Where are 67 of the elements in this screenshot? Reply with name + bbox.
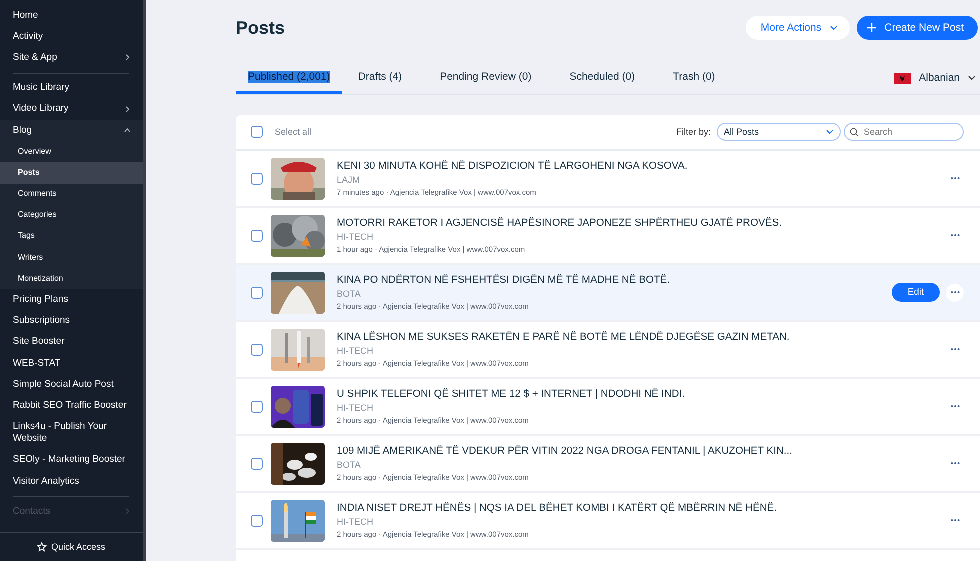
sidebar-item[interactable]: Rabbit SEO Traffic Booster — [0, 395, 143, 417]
post-title[interactable]: 109 MIJË AMERIKANË TË VDEKUR PËR VITIN 2022 NGA DROGA FENTANIL | AKUZOHET KIN... — [337, 446, 946, 456]
edit-button[interactable]: Edit — [892, 283, 940, 302]
more-icon[interactable] — [946, 284, 964, 302]
plus-icon — [866, 23, 877, 33]
tab[interactable]: Trash (0) — [661, 62, 728, 94]
select-all-label[interactable]: Select all — [275, 127, 676, 137]
language-selector[interactable]: Albanian — [919, 72, 960, 84]
post-category: HI-TECH — [337, 232, 374, 242]
sidebar-item[interactable]: Video Library — [0, 98, 143, 120]
tab[interactable]: Drafts (4) — [346, 62, 414, 94]
post-title[interactable]: MOTORRI RAKETOR I AGJENCISË HAPËSINORE JAPONEZE SHPËRTHEU GJATË PROVËS. — [337, 218, 946, 228]
post-category: HI-TECH — [337, 402, 374, 412]
post-category: LAJM — [337, 174, 362, 184]
chevron-icon — [826, 129, 834, 135]
sidebar-item[interactable]: Site & App — [0, 47, 143, 69]
page-title: Posts — [236, 18, 286, 38]
checkbox[interactable] — [251, 230, 263, 242]
sidebar-item[interactable]: Visitor Analytics — [0, 470, 143, 492]
checkbox[interactable] — [251, 400, 263, 412]
checkbox[interactable] — [251, 344, 263, 356]
post-category: HI-TECH — [337, 516, 374, 526]
post-title[interactable]: U SHPIK TELEFONI QË SHITET ME 12 $ + INTERNET | NDODHI NË INDI. — [337, 388, 946, 400]
post-category: BOTA — [337, 460, 362, 470]
post-category: HI-TECH — [337, 346, 374, 356]
sidebar-subitem[interactable]: Overview — [0, 141, 143, 162]
sidebar-item[interactable]: Links4u - Publish Your Website — [0, 416, 143, 450]
quick-access-button[interactable]: Quick Access — [0, 532, 143, 561]
checkbox[interactable] — [251, 126, 263, 138]
sidebar-subitem[interactable]: Categories — [0, 204, 143, 226]
checkbox[interactable] — [251, 286, 263, 298]
more-actions-button[interactable]: More Actions — [746, 16, 850, 40]
tab[interactable]: Scheduled (0) — [558, 62, 648, 94]
sidebar-item[interactable]: Activity — [0, 26, 143, 48]
sidebar-item[interactable]: Site Booster — [0, 332, 143, 353]
search-icon — [850, 128, 859, 136]
tab[interactable]: Pending Review (0) — [428, 62, 544, 94]
filter-dropdown[interactable]: All Posts — [717, 123, 841, 141]
post-title[interactable]: KINA PO NDËRTON NË FSHEHTËSI DIGËN MË TË MADHE NË BOTË. — [337, 274, 892, 286]
search-field[interactable]: Search — [844, 123, 964, 141]
filter-label: Filter by: — [676, 127, 711, 137]
checkbox[interactable] — [251, 514, 263, 526]
chevron-icon — [830, 25, 838, 31]
sidebar-subitem[interactable]: Tags — [0, 226, 143, 248]
sidebar-subitem[interactable]: Monetization — [0, 268, 143, 290]
post-title[interactable]: KINA LËSHON ME SUKSES RAKETËN E PARË NË BOTË ME LËNDË DJEGËSE GAZIN METAN. — [337, 332, 946, 342]
sidebar-subitem[interactable]: Writers — [0, 247, 143, 268]
sidebar-item[interactable]: Simple Social Auto Post — [0, 374, 143, 396]
sidebar-item[interactable]: WEB-STAT — [0, 353, 143, 374]
sidebar-item[interactable]: Home — [0, 5, 143, 26]
create-post-button[interactable]: Create New Post — [856, 16, 978, 40]
sidebar-item[interactable]: Music Library — [0, 78, 143, 99]
chevron-icon — [968, 75, 976, 81]
post-title[interactable]: INDIA NISET DREJT HËNËS | NQS IA DEL BËHET KOMBI I KATËRT QË MBËRRIN NË HËNË. — [337, 502, 946, 514]
checkbox[interactable] — [251, 172, 263, 184]
sidebar-subitem[interactable]: Comments — [0, 184, 143, 205]
star-icon — [37, 542, 48, 552]
flag-icon — [894, 72, 912, 84]
post-title[interactable]: KENI 30 MINUTA KOHË NË DISPOZICION TË LARGOHENI NGA KOSOVA. — [337, 160, 946, 172]
sidebar-item[interactable]: Pricing Plans — [0, 289, 143, 311]
tab[interactable]: Published (2,001) — [236, 62, 342, 94]
sidebar-subitem[interactable]: Posts — [0, 162, 143, 184]
sidebar-item[interactable]: Blog — [0, 120, 143, 142]
post-category: BOTA — [337, 288, 362, 298]
checkbox[interactable] — [251, 458, 263, 470]
sidebar-item[interactable]: Subscriptions — [0, 310, 143, 332]
sidebar-item[interactable]: SEOly - Marketing Booster — [0, 450, 143, 471]
